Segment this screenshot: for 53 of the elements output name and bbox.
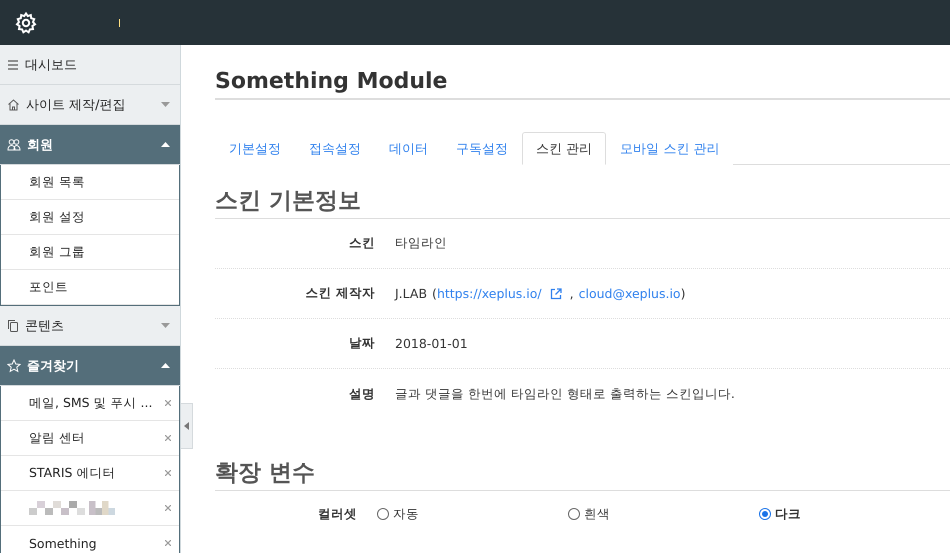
sidebar-subitem[interactable]: STARIS 에디터	[1, 456, 179, 491]
field-label: 설명	[348, 386, 376, 402]
radio-label: 자동	[393, 506, 420, 522]
close-icon[interactable]	[165, 505, 171, 511]
comma: ,	[570, 286, 574, 301]
menu-icon	[7, 58, 19, 70]
star-icon	[7, 358, 21, 372]
radio-button[interactable]	[759, 508, 772, 520]
radio-button[interactable]	[377, 508, 390, 520]
field-value: 2018-01-01	[395, 336, 468, 351]
sidebar-subitem[interactable]: 회원 목록	[1, 165, 179, 200]
sidebar-subitem[interactable]: 포인트	[1, 270, 179, 305]
sidebar-subitem[interactable]: 메일, SMS 및 푸시 ...	[1, 386, 179, 421]
users-icon	[7, 138, 21, 151]
paren: (	[432, 286, 437, 301]
sidebar-subitem[interactable]: Something	[1, 526, 179, 553]
website-link[interactable]: https://xeplus.io/	[436, 286, 542, 301]
radio-label: 다크	[775, 506, 802, 522]
caret-icon	[161, 323, 170, 328]
caret-icon	[161, 102, 170, 107]
field-value: 글과 댓글을 한번에 타임라인 형태로 출력하는 스킨입니다.	[395, 386, 735, 402]
sidebar-subitem[interactable]: 알림 센터	[1, 421, 179, 456]
paren: )	[680, 286, 686, 301]
close-icon[interactable]	[165, 540, 171, 546]
sidebar-item[interactable]: 회원	[0, 125, 180, 165]
field-label: 컬러셋	[317, 506, 358, 522]
cursor-mark-icon	[118, 18, 121, 26]
caret-icon	[161, 363, 170, 368]
settings-icon[interactable]	[14, 10, 38, 34]
field-label: 스킨 제작자	[304, 285, 376, 302]
radio-button[interactable]	[568, 508, 580, 520]
section-heading: 확장 변수	[215, 457, 950, 491]
sidebar-item[interactable]: 즐겨찾기	[0, 346, 180, 386]
field-label: 날짜	[348, 335, 376, 352]
close-icon[interactable]	[165, 435, 171, 441]
field-value: 타임라인	[395, 235, 447, 252]
caret-icon	[184, 422, 189, 430]
tab[interactable]: 스킨 관리	[522, 132, 606, 165]
section-heading: 스킨 기본정보	[215, 185, 950, 219]
pages-icon	[7, 319, 19, 332]
field-label: 스킨	[348, 235, 376, 252]
external-link-icon[interactable]	[550, 288, 562, 300]
page-title: Something Module	[215, 69, 448, 94]
email-link[interactable]: cloud@xeplus.io	[578, 286, 681, 301]
collapse-handle[interactable]	[181, 403, 193, 449]
sidebar-subitem[interactable]: 회원 설정	[1, 200, 179, 235]
close-icon[interactable]	[165, 400, 171, 406]
radio-label: 흰색	[584, 506, 610, 522]
close-icon[interactable]	[165, 470, 171, 476]
sidebar-subitem[interactable]: 회원 그룹	[1, 235, 179, 270]
home-icon	[7, 98, 20, 111]
author-name: J.LAB	[395, 286, 428, 301]
caret-icon	[161, 142, 170, 147]
